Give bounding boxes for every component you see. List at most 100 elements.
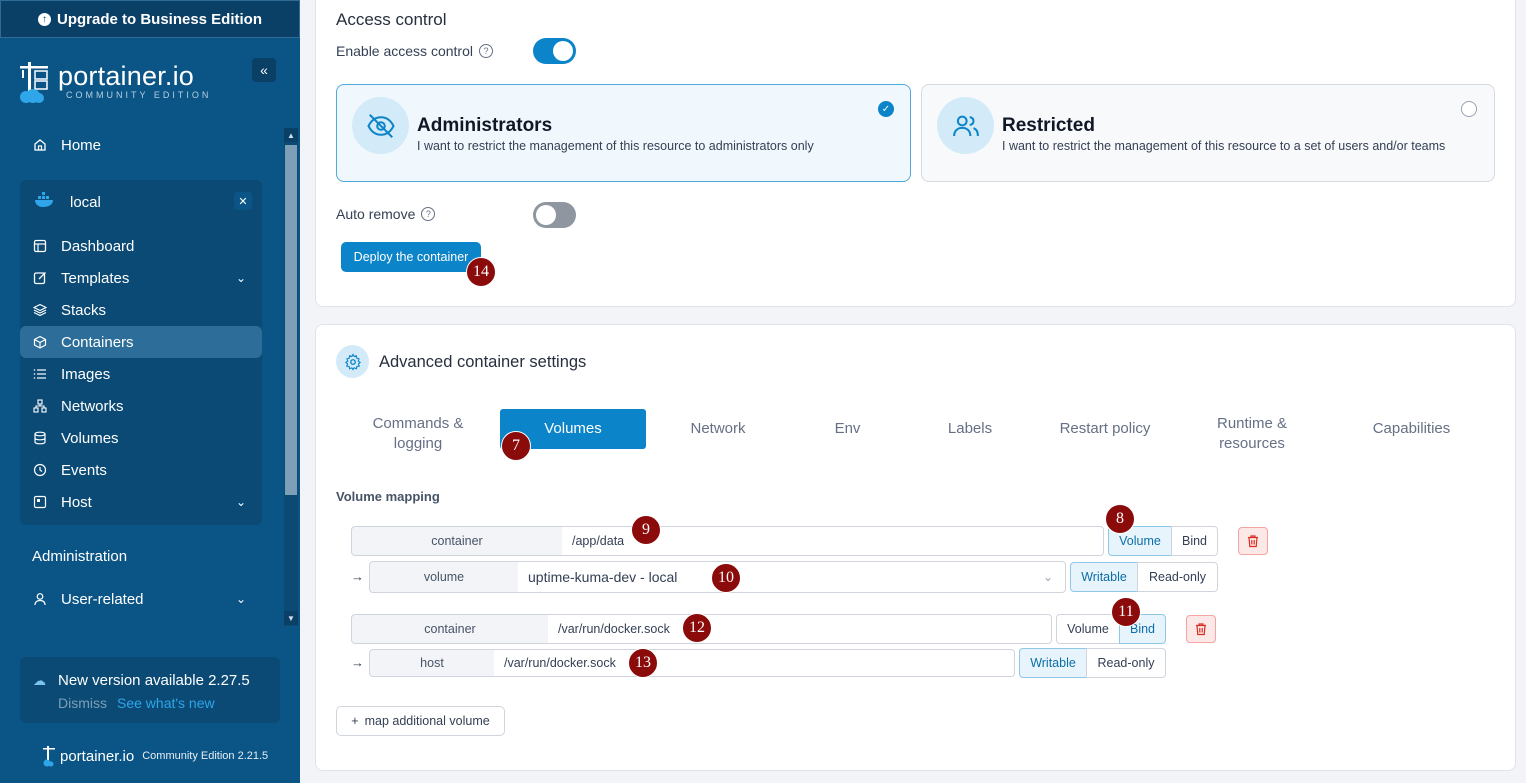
help-icon[interactable]: ? [478,44,493,58]
tab-env[interactable]: Env [790,409,905,449]
tab-labels[interactable]: Labels [912,409,1028,449]
remove-mapping-button[interactable] [1186,615,1216,643]
host-addon: host [369,649,495,677]
tab-label: Runtime & [1216,415,1288,432]
tab-label: Env [834,420,861,437]
scroll-up-button[interactable]: ▲ [284,128,298,142]
restricted-title: Restricted [1002,115,1095,136]
clock-icon [32,463,47,478]
tab-capabilities[interactable]: Capabilities [1329,409,1494,449]
host-icon [32,495,47,510]
sidebar-item-label: Host [61,493,92,511]
home-icon [32,138,47,153]
sidebar-scrollbar-thumb[interactable] [285,145,297,495]
portainer-logo[interactable]: portainer.io COMMUNITY EDITION [18,58,211,104]
restricted-radio[interactable] [1461,101,1477,117]
access-control-title: Access control [336,10,447,29]
auto-remove-toggle[interactable] [533,202,576,228]
writable-button[interactable]: Writable [1070,562,1138,592]
sidebar-item-containers[interactable]: Containers [20,326,262,358]
dismiss-link[interactable]: Dismiss [58,695,107,711]
read-only-button[interactable]: Read-only [1137,562,1218,592]
logo-brand: portainer.io [58,61,194,91]
templates-icon [32,271,47,286]
administrators-description: I want to restrict the management of thi… [417,139,814,153]
read-only-button[interactable]: Read-only [1086,648,1166,678]
tab-runtime-resources[interactable]: Runtime & resources [1182,409,1322,452]
annotation-badge: 11 [1111,597,1141,627]
chevron-down-icon: ⌄ [1042,570,1053,584]
sidebar-item-images[interactable]: Images [20,358,262,390]
logo-edition: COMMUNITY EDITION [66,90,212,100]
sidebar-item-label: Images [61,365,111,383]
host-path-input[interactable]: /var/run/docker.sock [494,649,1015,677]
enable-access-control-text: Enable access control [336,43,473,59]
bind-type-button[interactable]: Bind [1171,526,1218,556]
sidebar-item-host[interactable]: Host ⌄ [20,486,262,518]
sidebar-item-dashboard[interactable]: Dashboard [20,230,262,262]
sidebar-item-label: User-related [61,590,144,608]
arrow-right-icon: → [351,655,364,670]
gear-icon [336,345,369,378]
annotation-badge: 14 [466,257,496,287]
volume-addon: volume [369,561,519,593]
portainer-crane-icon [18,58,52,104]
annotation-badge: 8 [1105,504,1135,534]
footer-brand: portainer.io [60,747,135,765]
tab-label: Labels [947,420,993,437]
sidebar: ↑ Upgrade to Business Edition portainer.… [0,0,300,783]
volume-type-button[interactable]: Volume [1056,614,1120,644]
portainer-crane-icon [43,746,55,767]
restricted-option[interactable]: Restricted I want to restrict the manage… [921,84,1495,182]
enable-access-control-label: Enable access control ? [336,43,493,59]
chevron-down-icon: ⌄ [235,495,246,509]
sidebar-item-user-related[interactable]: User-related ⌄ [20,583,262,615]
administrators-option[interactable]: Administrators I want to restrict the ma… [336,84,911,182]
container-addon: container [351,614,549,644]
close-environment-button[interactable]: ✕ [234,192,252,210]
sidebar-item-stacks[interactable]: Stacks [20,294,262,326]
cloud-download-icon: ☁ [33,673,46,688]
container-path-input[interactable]: /var/run/docker.sock [548,614,1052,644]
update-title: New version available 2.27.5 [58,672,250,689]
sidebar-item-events[interactable]: Events [20,454,262,486]
deploy-container-button[interactable]: Deploy the container [341,242,481,272]
arrow-right-icon: → [351,569,364,584]
scroll-down-button[interactable]: ▼ [284,611,298,625]
tab-commands-logging[interactable]: Commands & logging [343,409,493,452]
collapse-sidebar-button[interactable]: « [252,58,276,82]
sidebar-item-home[interactable]: Home [20,129,262,161]
writable-button[interactable]: Writable [1019,648,1087,678]
annotation-badge: 13 [628,648,658,678]
remove-mapping-button[interactable] [1238,527,1268,555]
help-icon[interactable]: ? [421,207,436,221]
sidebar-item-volumes[interactable]: Volumes [20,422,262,454]
tab-network[interactable]: Network [653,409,783,449]
upgrade-banner[interactable]: ↑ Upgrade to Business Edition [0,0,300,38]
environment-header[interactable]: local [20,186,262,218]
dashboard-icon [32,239,47,254]
chevrons-left-icon: « [260,62,268,78]
arrow-up-circle-icon: ↑ [37,12,51,26]
restricted-description: I want to restrict the management of thi… [1002,139,1446,153]
sidebar-item-label: Dashboard [61,237,135,255]
annotation-badge: 9 [631,515,661,545]
container-addon: container [351,526,563,556]
tab-label: Commands & [372,415,464,432]
footer-edition: Community Edition 2.21.5 [142,750,269,762]
tab-label: Volumes [544,420,602,437]
map-additional-volume-label: map additional volume [364,714,490,728]
annotation-badge: 10 [711,563,741,593]
sidebar-item-networks[interactable]: Networks [20,390,262,422]
tab-restart-policy[interactable]: Restart policy [1035,409,1175,449]
whats-new-link[interactable]: See what's new [117,695,215,711]
map-additional-volume-button[interactable]: + map additional volume [336,706,505,736]
environment-name: local [70,193,101,211]
volume-select[interactable]: uptime-kuma-dev - local ⌄ [518,561,1066,593]
sidebar-item-templates[interactable]: Templates ⌄ [20,262,262,294]
plus-icon: + [351,714,359,728]
stacks-icon [32,303,47,318]
auto-remove-text: Auto remove [336,206,416,222]
enable-access-control-toggle[interactable] [533,38,576,64]
administrators-title: Administrators [417,115,553,136]
